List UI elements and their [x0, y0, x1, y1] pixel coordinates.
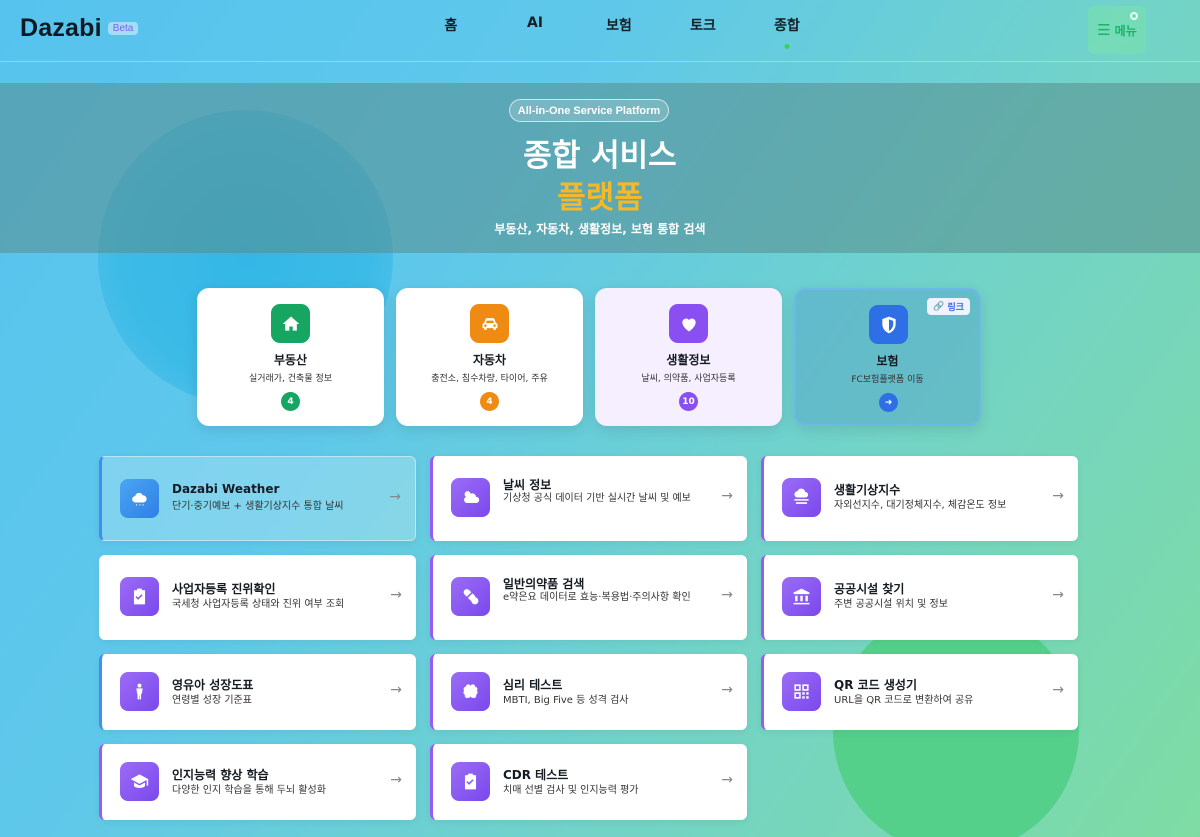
category-desc: 충전소, 침수차량, 타이어, 주유: [431, 374, 548, 384]
arrow-right-icon: →: [1052, 587, 1064, 603]
nav-item-home[interactable]: 홈: [445, 15, 458, 35]
category-desc: 날씨, 의약품, 사업자등록: [641, 374, 736, 384]
service-desc: 연령별 성장 기준표: [172, 695, 252, 706]
category-count-badge: 4: [480, 392, 499, 411]
service-desc: e약은요 데이터로 효능·복용법·주의사항 확인: [503, 592, 691, 603]
service-desc: 치매 선별 검사 및 인지능력 평가: [503, 785, 639, 796]
category-desc: 실거래가, 건축물 정보: [248, 374, 333, 384]
arrow-right-icon: →: [390, 682, 402, 698]
hamburger-icon: ☰: [1097, 21, 1111, 39]
hero-subtitle: 플랫폼: [557, 180, 643, 216]
graduation-cap-icon: [120, 762, 159, 801]
hero-description: 부동산, 자동차, 생활정보, 보험 통합 검색: [494, 222, 706, 236]
link-icon: 🔗: [933, 301, 945, 312]
category-card-real-estate[interactable]: 부동산 실거래가, 건축물 정보 4: [197, 288, 384, 426]
nav-item-insurance[interactable]: 보험: [606, 15, 632, 35]
category-title: 생활정보: [666, 353, 711, 367]
arrow-right-icon: →: [390, 587, 402, 603]
category-count-badge: 4: [281, 392, 300, 411]
arrow-right-icon: →: [721, 772, 733, 788]
service-desc: URL을 QR 코드로 변환하여 공유: [834, 695, 974, 706]
service-title: 공공시설 찾기: [834, 582, 905, 596]
shield-icon: [869, 305, 908, 344]
arrow-right-icon: →: [389, 489, 401, 505]
service-title: CDR 테스트: [503, 768, 569, 782]
category-title: 부동산: [273, 353, 308, 367]
smog-icon: [782, 478, 821, 517]
category-card-car[interactable]: 자동차 충전소, 침수차량, 타이어, 주유 4: [396, 288, 583, 426]
service-title: 생활기상지수: [834, 483, 901, 497]
weather-icon: [120, 479, 159, 518]
service-title: 사업자등록 진위확인: [172, 582, 276, 596]
brain-icon: [451, 672, 490, 711]
arrow-right-icon: →: [390, 772, 402, 788]
arrow-right-icon: →: [721, 587, 733, 603]
service-desc: 국세청 사업자등록 상태와 진위 여부 조회: [172, 599, 345, 610]
arrow-right-icon: →: [1052, 682, 1064, 698]
service-desc: 주변 공공시설 위치 및 정보: [834, 599, 948, 610]
service-desc: 단기·중기예보 + 생활기상지수 통합 날씨: [172, 501, 344, 512]
main-nav: 홈 AI 보험 토크 종합: [0, 0, 1200, 62]
notification-dot-icon: [1130, 12, 1138, 20]
service-title: 영유아 성장도표: [172, 678, 254, 692]
category-card-insurance[interactable]: 🔗 링크 보험 FC보험플랫폼 이동 ➜: [794, 288, 981, 426]
service-card-cdr-test[interactable]: CDR 테스트 치매 선별 검사 및 인지능력 평가 →: [430, 744, 747, 820]
service-card-growth-chart[interactable]: 영유아 성장도표 연령별 성장 기준표 →: [99, 654, 416, 730]
child-icon: [120, 672, 159, 711]
service-desc: 기상청 공식 데이터 기반 실시간 날씨 및 예보: [503, 493, 691, 504]
service-card-public-facilities[interactable]: 공공시설 찾기 주변 공공시설 위치 및 정보 →: [761, 555, 1078, 640]
service-card-weather-info[interactable]: 날씨 정보 기상청 공식 데이터 기반 실시간 날씨 및 예보 →: [430, 456, 747, 541]
service-card-qr-generator[interactable]: QR 코드 생성기 URL을 QR 코드로 변환하여 공유 →: [761, 654, 1078, 730]
top-header: Dazabi Beta 홈 AI 보험 토크 종합 ☰ 메뉴: [0, 0, 1200, 62]
hero-title: 종합 서비스: [523, 138, 677, 174]
category-title: 자동차: [472, 353, 507, 367]
service-desc: 다양한 인지 학습을 통해 두뇌 활성화: [172, 785, 326, 796]
service-desc: 자외선지수, 대기정체지수, 체감온도 정보: [834, 500, 1007, 511]
service-card-cognitive-training[interactable]: 인지능력 향상 학습 다양한 인지 학습을 통해 두뇌 활성화 →: [99, 744, 416, 820]
link-badge: 🔗 링크: [927, 298, 970, 315]
qrcode-icon: [782, 672, 821, 711]
service-card-business-verify[interactable]: 사업자등록 진위확인 국세청 사업자등록 상태와 진위 여부 조회 →: [99, 555, 416, 640]
service-card-medicine-search[interactable]: 일반의약품 검색 e약은요 데이터로 효능·복용법·주의사항 확인 →: [430, 555, 747, 640]
service-title: QR 코드 생성기: [834, 678, 917, 692]
landmark-icon: [782, 577, 821, 616]
clipboard-check-icon: [451, 762, 490, 801]
nav-item-talk[interactable]: 토크: [690, 15, 716, 35]
service-card-dazabi-weather[interactable]: Dazabi Weather 단기·중기예보 + 생활기상지수 통합 날씨 →: [99, 456, 416, 541]
arrow-right-icon: →: [721, 682, 733, 698]
service-card-life-weather-index[interactable]: 생활기상지수 자외선지수, 대기정체지수, 체감온도 정보 →: [761, 456, 1078, 541]
category-card-life-info[interactable]: 생활정보 날씨, 의약품, 사업자등록 10: [595, 288, 782, 426]
service-title: 심리 테스트: [503, 678, 563, 692]
service-title: 인지능력 향상 학습: [172, 768, 269, 782]
arrow-right-icon: →: [721, 488, 733, 504]
arrow-right-icon: →: [1052, 488, 1064, 504]
active-indicator: [784, 44, 790, 49]
category-count-badge: 10: [679, 392, 698, 411]
menu-button[interactable]: ☰ 메뉴: [1088, 6, 1146, 54]
hero-pill: All-in-One Service Platform: [509, 99, 669, 122]
nav-item-all[interactable]: 종합: [774, 15, 800, 35]
heart-icon: [669, 304, 708, 343]
link-label: 링크: [947, 303, 964, 313]
sun-cloud-icon: [451, 478, 490, 517]
service-desc: MBTI, Big Five 등 성격 검사: [503, 695, 629, 706]
clipboard-check-icon: [120, 577, 159, 616]
home-icon: [271, 304, 310, 343]
pills-icon: [451, 577, 490, 616]
category-desc: FC보험플랫폼 이동: [851, 375, 924, 385]
arrow-right-icon: ➜: [879, 393, 898, 412]
car-icon: [470, 304, 509, 343]
nav-item-ai[interactable]: AI: [527, 15, 543, 31]
service-title: Dazabi Weather: [172, 482, 280, 496]
service-card-psych-test[interactable]: 심리 테스트 MBTI, Big Five 등 성격 검사 →: [430, 654, 747, 730]
category-title: 보험: [876, 354, 899, 368]
menu-label: 메뉴: [1114, 23, 1137, 38]
